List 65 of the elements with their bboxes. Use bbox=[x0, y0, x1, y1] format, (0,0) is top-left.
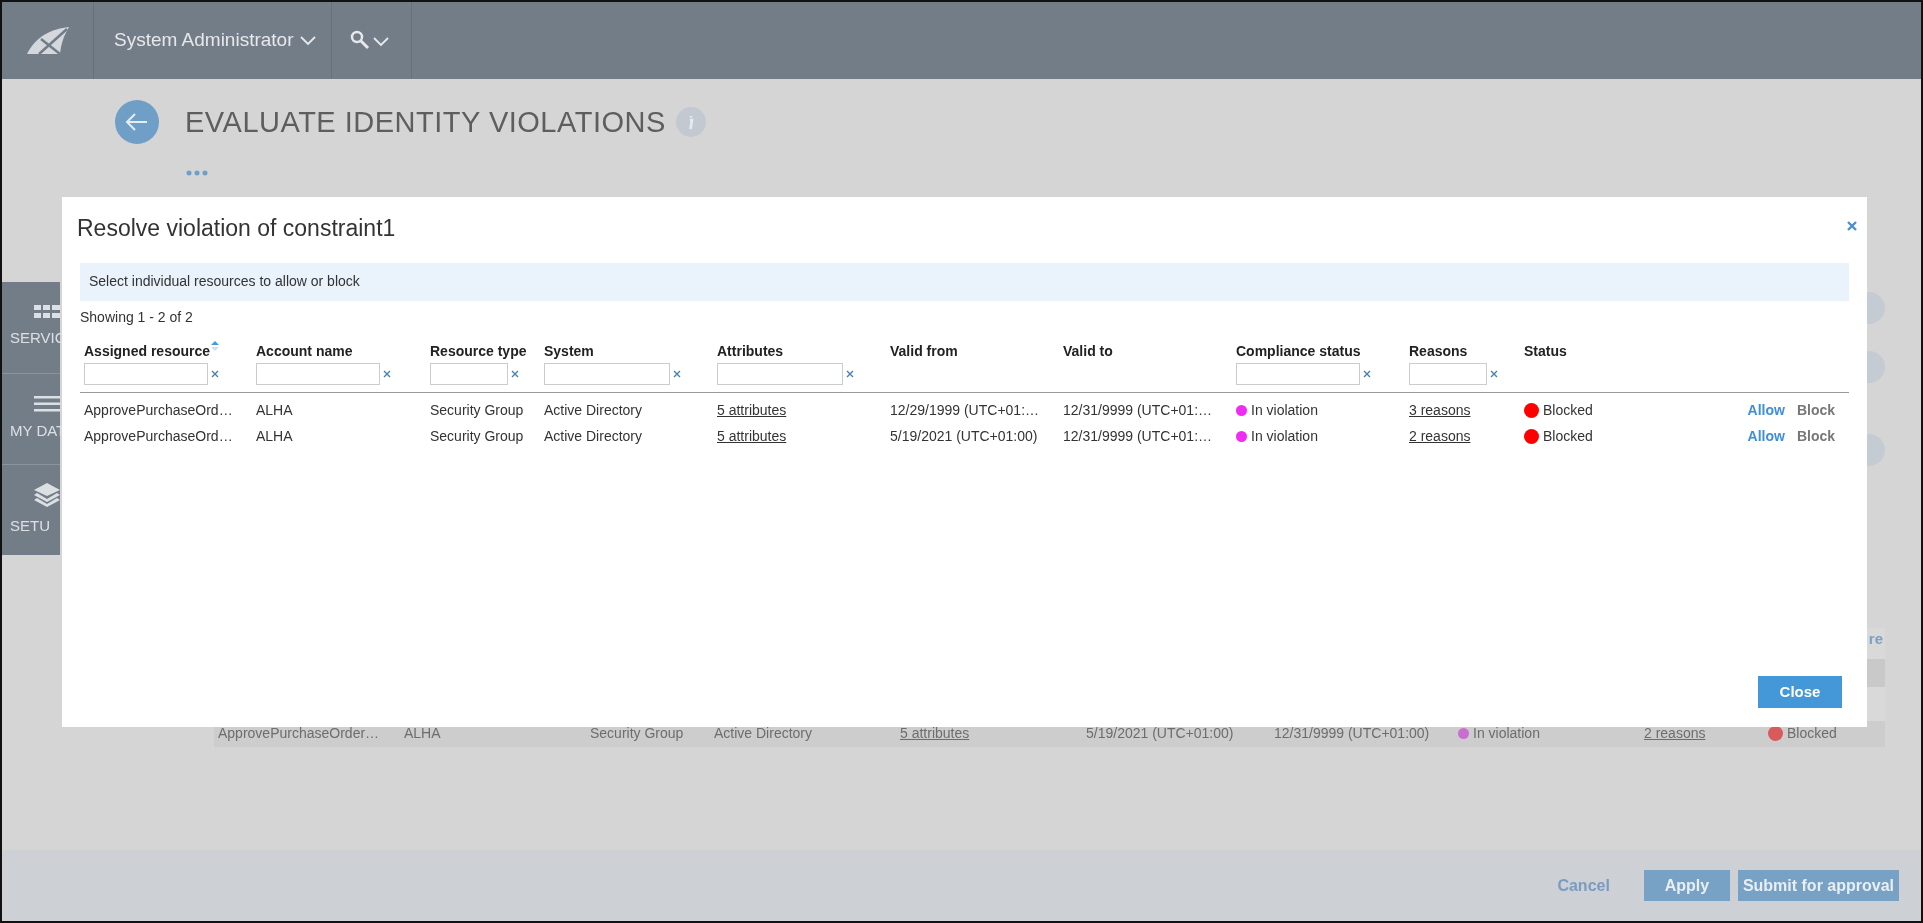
filter-field[interactable] bbox=[1409, 362, 1487, 385]
table-cell-text: Security Group bbox=[430, 401, 524, 420]
table-cell-text: ApprovePurchaseOrd… bbox=[84, 427, 233, 446]
column-header[interactable]: Reasons bbox=[1409, 342, 1468, 359]
table-cell-text: 12/29/1999 (UTC+01:… bbox=[890, 401, 1040, 420]
filter-field[interactable] bbox=[430, 362, 508, 385]
clear-icon[interactable] bbox=[1490, 369, 1498, 378]
block-button[interactable]: Block bbox=[1796, 400, 1835, 421]
filter-field[interactable] bbox=[717, 362, 843, 385]
result-count: Showing 1 - 2 of 2 bbox=[80, 307, 194, 327]
filter-field[interactable] bbox=[256, 362, 380, 385]
clear-icon[interactable] bbox=[846, 369, 854, 378]
layers-icon bbox=[34, 482, 60, 507]
table-cell: Security Group bbox=[590, 725, 684, 741]
table-cell: ALHA bbox=[404, 725, 441, 741]
column-header[interactable]: Status bbox=[1524, 342, 1567, 359]
clear-icon[interactable] bbox=[211, 369, 219, 378]
clear-icon[interactable] bbox=[511, 369, 519, 378]
status-text: Blocked bbox=[1543, 401, 1593, 420]
status-text: In violation bbox=[1251, 427, 1318, 446]
status-text: Blocked bbox=[1787, 724, 1837, 743]
clear-icon[interactable] bbox=[673, 369, 681, 378]
filter-field[interactable] bbox=[1236, 362, 1360, 385]
table-cell-text: 12/31/9999 (UTC+01:… bbox=[1063, 401, 1213, 420]
caret-icon bbox=[299, 35, 316, 46]
column-header[interactable]: Valid from bbox=[890, 342, 958, 359]
status-text: In violation bbox=[1251, 401, 1318, 420]
table-link[interactable]: 5 attributes bbox=[717, 426, 787, 447]
dialog-title: Resolve violation of constraint1 bbox=[77, 214, 397, 243]
table-link[interactable]: 3 reasons bbox=[1409, 400, 1471, 421]
column-header[interactable]: Assigned resource bbox=[84, 342, 211, 359]
back-button[interactable] bbox=[115, 100, 159, 144]
clear-icon[interactable] bbox=[1363, 369, 1371, 378]
column-header[interactable]: Attributes bbox=[717, 342, 784, 359]
info-icon[interactable] bbox=[675, 107, 706, 137]
sort-icon[interactable] bbox=[211, 340, 220, 351]
hint-text: Select individual resources to allow or block bbox=[89, 272, 360, 291]
logo-icon bbox=[26, 26, 69, 55]
table-cell-text: ALHA bbox=[256, 427, 293, 446]
table-link[interactable]: 5 attributes bbox=[717, 400, 787, 421]
table-cell-text: 5/19/2021 (UTC+01:00) bbox=[890, 427, 1038, 446]
page-title: EVALUATE IDENTITY VIOLATIONS bbox=[185, 104, 666, 140]
table-cell: 12/31/9999 (UTC+01:00) bbox=[1274, 725, 1430, 741]
table-link[interactable]: 2 reasons bbox=[1409, 426, 1471, 447]
table-cell-text: ApprovePurchaseOrd… bbox=[84, 401, 233, 420]
column-header[interactable]: System bbox=[544, 342, 594, 359]
clear-icon[interactable] bbox=[383, 369, 391, 378]
table-cell-text: Security Group bbox=[430, 427, 524, 446]
table-cell-text: Active Directory bbox=[544, 427, 643, 446]
status-text: In violation bbox=[1473, 724, 1540, 743]
column-header[interactable]: Account name bbox=[256, 342, 353, 359]
table-cell-text: 12/31/9999 (UTC+01:… bbox=[1063, 427, 1213, 446]
column-header[interactable]: Compliance status bbox=[1236, 342, 1361, 359]
status-text: Blocked bbox=[1543, 427, 1593, 446]
filter-field[interactable] bbox=[84, 362, 208, 385]
table-cell: 5/19/2021 (UTC+01:00) bbox=[1086, 725, 1234, 741]
table-cell-text: ALHA bbox=[256, 401, 293, 420]
more-icon[interactable] bbox=[186, 170, 208, 176]
column-header[interactable]: Resource type bbox=[430, 342, 527, 359]
block-button[interactable]: Block bbox=[1796, 426, 1835, 447]
table-cell: Active Directory bbox=[714, 725, 813, 741]
column-header[interactable]: Valid to bbox=[1063, 342, 1113, 359]
table-cell-text: Active Directory bbox=[544, 401, 643, 420]
filter-field[interactable] bbox=[544, 362, 670, 385]
table-cell: ApprovePurchaseOrder… bbox=[218, 725, 380, 741]
